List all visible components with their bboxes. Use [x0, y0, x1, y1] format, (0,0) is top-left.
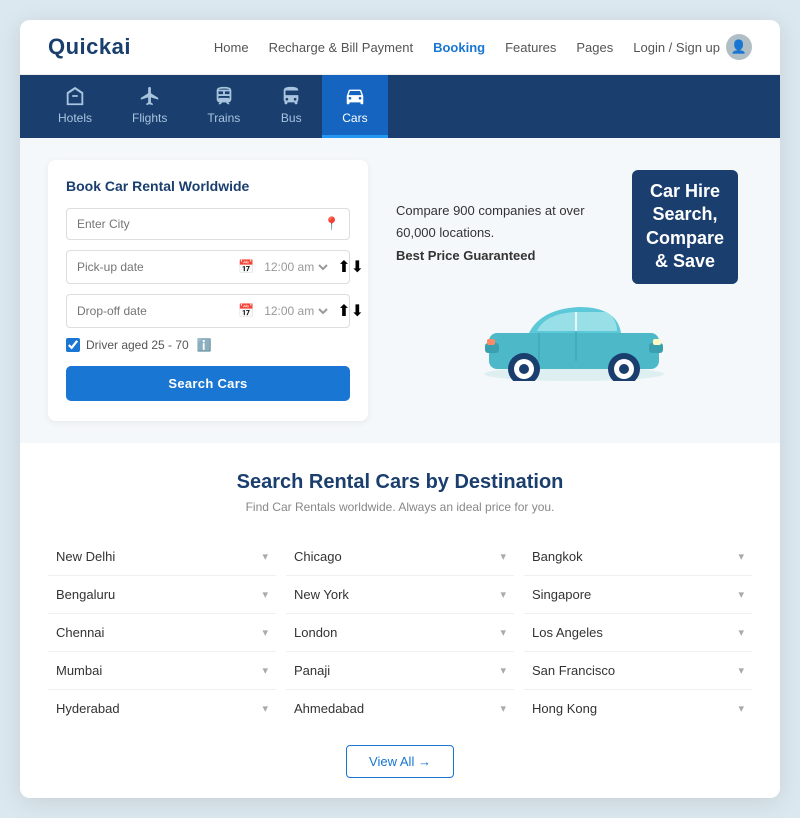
list-item[interactable]: New York ▾ — [286, 576, 514, 614]
search-cars-button[interactable]: Search Cars — [66, 366, 350, 401]
car-illustration — [396, 281, 752, 381]
tab-flights[interactable]: Flights — [112, 75, 187, 138]
dropoff-row: 📅 12:00 am 1:00 am 6:00 am 12:00 pm ⬆⬇ — [66, 294, 350, 328]
chevron-down-icon: ▾ — [738, 550, 744, 563]
hero-section: Book Car Rental Worldwide 📍 📅 12:00 am 1… — [20, 138, 780, 443]
list-item[interactable]: New Delhi ▾ — [48, 538, 276, 576]
city-field-group: 📍 — [66, 208, 350, 240]
chevron-down-icon: ▾ — [738, 588, 744, 601]
chevron-down-icon: ▾ — [500, 588, 506, 601]
chevron-down-icon: ▾ — [500, 664, 506, 677]
chevron-down-icon: ▾ — [500, 702, 506, 715]
logo: Quickai — [48, 34, 131, 60]
pickup-time-select[interactable]: 12:00 am 1:00 am 6:00 am 12:00 pm — [260, 259, 331, 275]
form-title: Book Car Rental Worldwide — [66, 178, 350, 194]
tab-cars[interactable]: Cars — [322, 75, 387, 138]
dest-col-2: Chicago ▾ New York ▾ London ▾ Panaji ▾ A… — [286, 538, 514, 727]
list-item[interactable]: London ▾ — [286, 614, 514, 652]
dest-col-1: New Delhi ▾ Bengaluru ▾ Chennai ▾ Mumbai… — [48, 538, 276, 727]
pickup-row: 📅 12:00 am 1:00 am 6:00 am 12:00 pm ⬆⬇ — [66, 250, 350, 284]
login-button[interactable]: Login / Sign up 👤 — [633, 34, 752, 60]
tab-hotels[interactable]: Hotels — [38, 75, 112, 138]
dropoff-time-select[interactable]: 12:00 am 1:00 am 6:00 am 12:00 pm — [260, 303, 331, 319]
chevron-down-icon: ▾ — [738, 626, 744, 639]
hero-promo: Compare 900 companies at over 60,000 loc… — [368, 160, 752, 421]
pickup-calendar-icon[interactable]: 📅 — [238, 259, 254, 275]
chevron-down-icon: ▾ — [738, 664, 744, 677]
top-nav: Home Recharge & Bill Payment Booking Fea… — [214, 34, 752, 60]
chevron-down-icon: ▾ — [738, 702, 744, 715]
list-item[interactable]: Bengaluru ▾ — [48, 576, 276, 614]
nav-booking[interactable]: Booking — [433, 40, 485, 55]
list-item[interactable]: Mumbai ▾ — [48, 652, 276, 690]
dropoff-time-arrow: ⬆⬇ — [337, 301, 364, 321]
list-item[interactable]: Bangkok ▾ — [524, 538, 752, 576]
destination-subtitle: Find Car Rentals worldwide. Always an id… — [48, 500, 752, 514]
tab-bus[interactable]: Bus — [260, 75, 322, 138]
view-all-button[interactable]: View All → — [346, 745, 454, 778]
chevron-down-icon: ▾ — [262, 626, 268, 639]
list-item[interactable]: Hong Kong ▾ — [524, 690, 752, 727]
header: Quickai Home Recharge & Bill Payment Boo… — [20, 20, 780, 75]
destination-title: Search Rental Cars by Destination — [48, 471, 752, 494]
dropoff-calendar-icon[interactable]: 📅 — [238, 303, 254, 319]
search-form: Book Car Rental Worldwide 📍 📅 12:00 am 1… — [48, 160, 368, 421]
tab-trains[interactable]: Trains — [187, 75, 260, 138]
nav-home[interactable]: Home — [214, 40, 249, 55]
chevron-down-icon: ▾ — [262, 664, 268, 677]
dropoff-date-input[interactable] — [77, 304, 232, 318]
chevron-down-icon: ▾ — [500, 626, 506, 639]
driver-age-checkbox[interactable] — [66, 338, 80, 352]
nav-recharge[interactable]: Recharge & Bill Payment — [269, 40, 414, 55]
chevron-down-icon: ▾ — [500, 550, 506, 563]
service-tabs: Hotels Flights Trains Bus Cars — [20, 75, 780, 138]
chevron-down-icon: ▾ — [262, 550, 268, 563]
chevron-down-icon: ▾ — [262, 702, 268, 715]
driver-age-label: Driver aged 25 - 70 — [86, 338, 189, 352]
dest-col-3: Bangkok ▾ Singapore ▾ Los Angeles ▾ San … — [524, 538, 752, 727]
view-all-row: View All → — [48, 745, 752, 778]
hero-badge: Car Hire Search, Compare & Save — [632, 170, 738, 284]
nav-features[interactable]: Features — [505, 40, 556, 55]
list-item[interactable]: Singapore ▾ — [524, 576, 752, 614]
destination-section: Search Rental Cars by Destination Find C… — [20, 443, 780, 798]
pin-icon: 📍 — [324, 216, 340, 232]
list-item[interactable]: Hyderabad ▾ — [48, 690, 276, 727]
pickup-time-arrow: ⬆⬇ — [337, 257, 364, 277]
city-input[interactable] — [66, 208, 350, 240]
chevron-down-icon: ▾ — [262, 588, 268, 601]
pickup-date-input[interactable] — [77, 260, 232, 274]
list-item[interactable]: Chennai ▾ — [48, 614, 276, 652]
destination-grid: New Delhi ▾ Bengaluru ▾ Chennai ▾ Mumbai… — [48, 538, 752, 727]
list-item[interactable]: Los Angeles ▾ — [524, 614, 752, 652]
info-icon[interactable]: ℹ️ — [197, 338, 212, 352]
main-container: Quickai Home Recharge & Bill Payment Boo… — [20, 20, 780, 798]
avatar: 👤 — [726, 34, 752, 60]
list-item[interactable]: Panaji ▾ — [286, 652, 514, 690]
list-item[interactable]: San Francisco ▾ — [524, 652, 752, 690]
list-item[interactable]: Ahmedabad ▾ — [286, 690, 514, 727]
nav-pages[interactable]: Pages — [576, 40, 613, 55]
driver-age-row: Driver aged 25 - 70 ℹ️ — [66, 338, 350, 352]
list-item[interactable]: Chicago ▾ — [286, 538, 514, 576]
